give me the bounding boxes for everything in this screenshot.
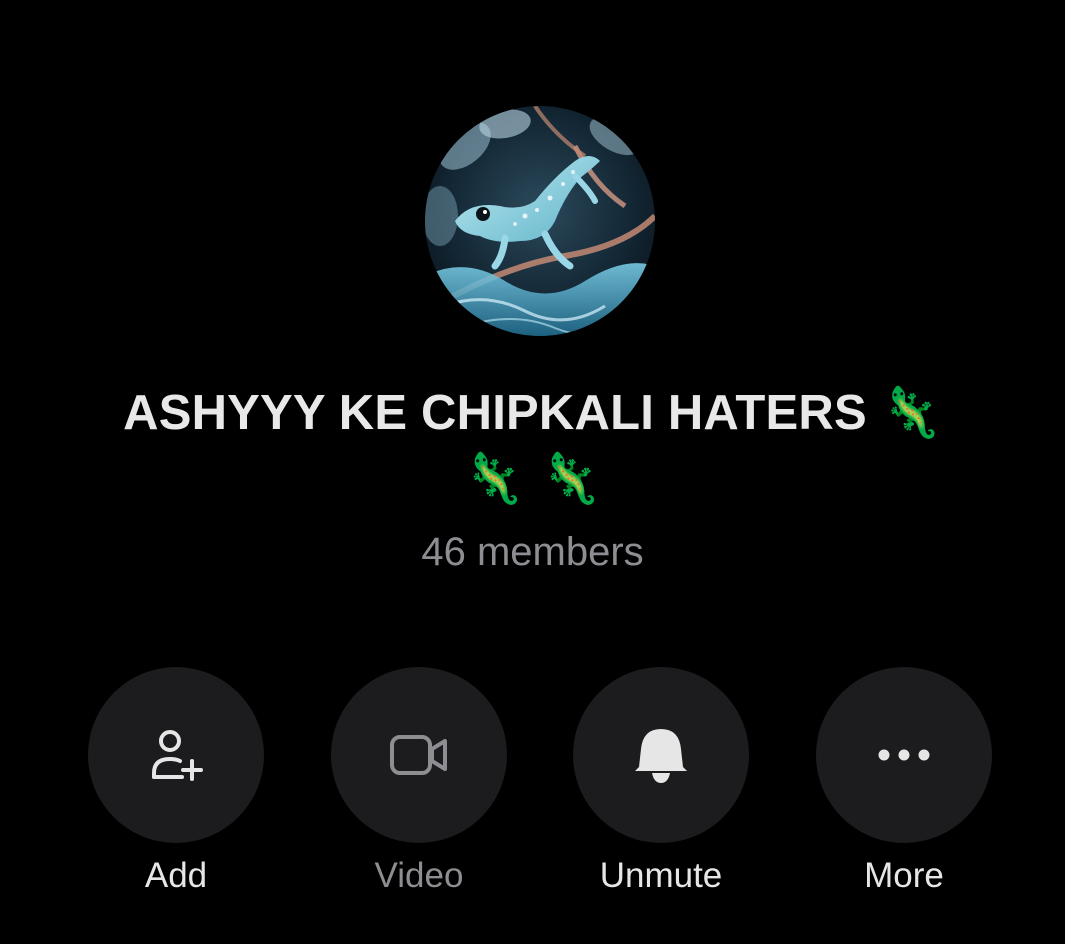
more-button[interactable]: More <box>816 667 992 907</box>
group-avatar[interactable] <box>425 106 655 336</box>
add-button-label: Add <box>144 856 208 895</box>
group-title: ASHYYY KE CHIPKALI HATERS 🦎 🦎 🦎 <box>40 380 1025 512</box>
lizard-emoji-line: 🦎 🦎 <box>463 450 602 507</box>
video-button-label: Video <box>374 856 464 895</box>
group-name: ASHYYY KE CHIPKALI HATERS <box>123 386 867 440</box>
unmute-button[interactable]: Unmute <box>573 667 749 907</box>
more-dots-icon <box>878 749 930 761</box>
video-button-circle[interactable] <box>331 667 507 843</box>
more-button-circle[interactable] <box>816 667 992 843</box>
member-count: 46 members <box>421 530 644 574</box>
bell-icon <box>635 729 687 783</box>
lizard-emoji-icon: 🦎 <box>880 384 942 441</box>
add-member-button[interactable]: Add <box>88 667 264 907</box>
add-person-icon <box>152 730 203 781</box>
add-button-circle[interactable] <box>88 667 264 843</box>
more-button-label: More <box>864 856 944 895</box>
video-camera-icon <box>390 735 447 775</box>
unmute-button-circle[interactable] <box>573 667 749 843</box>
lizard-avatar-image <box>425 106 655 336</box>
video-call-button[interactable]: Video <box>331 667 507 907</box>
unmute-button-label: Unmute <box>599 856 723 895</box>
